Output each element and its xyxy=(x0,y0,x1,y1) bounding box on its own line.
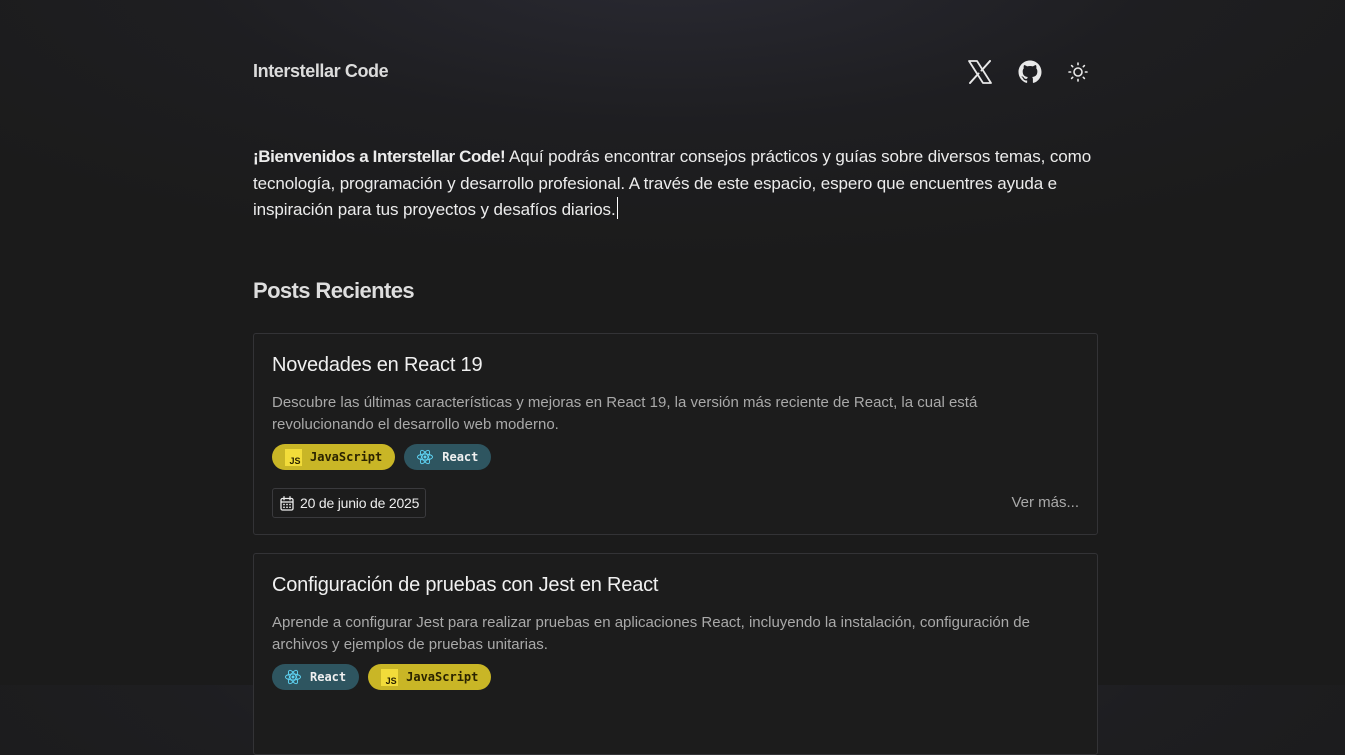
github-icon[interactable] xyxy=(1016,58,1044,86)
post-title[interactable]: Novedades en React 19 xyxy=(272,354,483,377)
javascript-icon: JS xyxy=(380,668,398,686)
site-header: Interstellar Code xyxy=(253,56,1098,88)
tag-javascript[interactable]: JS JavaScript xyxy=(368,664,492,690)
post-description: Descubre las últimas características y m… xyxy=(272,394,978,433)
tag-label: React xyxy=(310,670,347,684)
post-date: 20 de junio de 2025 xyxy=(272,488,427,518)
tag-label: JavaScript xyxy=(406,670,479,684)
post-tags: React JS JavaScript xyxy=(272,664,492,690)
javascript-icon: JS xyxy=(284,448,302,466)
post-card[interactable]: Configuración de pruebas con Jest en Rea… xyxy=(253,553,1098,755)
post-card[interactable]: Novedades en React 19 Descubre las últim… xyxy=(253,333,1098,535)
post-date-text: 20 de junio de 2025 xyxy=(300,495,420,511)
react-icon xyxy=(416,448,434,466)
post-title[interactable]: Configuración de pruebas con Jest en Rea… xyxy=(272,574,658,597)
x-twitter-icon[interactable] xyxy=(966,58,994,86)
text-cursor xyxy=(616,197,618,219)
tag-javascript[interactable]: JS JavaScript xyxy=(272,444,396,470)
read-more-link[interactable]: Ver más... xyxy=(1011,494,1079,511)
post-tags: JS JavaScript React xyxy=(272,444,492,470)
sun-icon[interactable] xyxy=(1064,58,1092,86)
tag-label: React xyxy=(442,450,479,464)
calendar-icon xyxy=(280,495,294,511)
react-icon xyxy=(284,668,302,686)
section-title: Posts Recientes xyxy=(253,278,415,303)
tag-react[interactable]: React xyxy=(272,664,360,690)
tag-react[interactable]: React xyxy=(404,444,492,470)
intro-heading: ¡Bienvenidos a Interstellar Code! xyxy=(253,147,506,166)
tag-label: JavaScript xyxy=(310,450,383,464)
intro-paragraph: ¡Bienvenidos a Interstellar Code! Aquí p… xyxy=(253,144,1098,224)
site-logo-link[interactable]: Interstellar Code xyxy=(253,61,389,82)
post-description: Aprende a configurar Jest para realizar … xyxy=(272,614,1030,653)
